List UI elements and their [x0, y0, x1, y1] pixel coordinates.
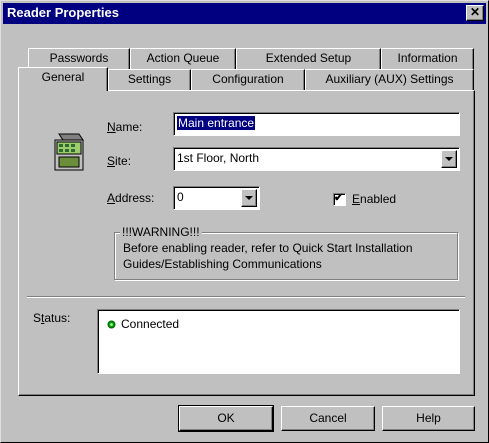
title-bar[interactable]: Reader Properties ✕: [3, 3, 486, 24]
enabled-label-text: nabled: [360, 192, 397, 206]
tab-information[interactable]: Information: [381, 48, 474, 69]
reader-properties-window: Reader Properties ✕ Passwords Action Que…: [0, 0, 489, 443]
tab-passwords[interactable]: Passwords: [28, 48, 130, 69]
close-icon: ✕: [469, 5, 481, 19]
site-dropdown-arrow-icon[interactable]: [441, 150, 457, 168]
tab-label: Settings: [127, 72, 172, 86]
address-label-mnemonic: A: [107, 191, 116, 205]
general-tab-panel: Name: Main entrance Site: 1st Floor, Nor…: [18, 90, 475, 396]
tab-label: Passwords: [49, 51, 109, 65]
warning-line-1: Before enabling reader, refer to Quick S…: [123, 241, 413, 255]
tab-label: Configuration: [212, 72, 284, 86]
warning-title: !!!WARNING!!!: [120, 225, 202, 239]
window-title: Reader Properties: [7, 5, 119, 20]
site-dropdown[interactable]: 1st Floor, North: [173, 147, 460, 171]
enabled-label[interactable]: Enabled: [352, 192, 396, 206]
name-label-mnemonic: N: [107, 120, 116, 134]
tab-label: General: [41, 70, 85, 84]
tab-auxiliary-settings[interactable]: Auxiliary (AUX) Settings: [305, 69, 474, 90]
address-dropdown-value: 0: [177, 190, 184, 204]
tab-general[interactable]: General: [18, 67, 108, 91]
address-label: Address:: [107, 191, 154, 205]
help-button[interactable]: Help: [382, 406, 475, 431]
enabled-label-mnemonic: E: [352, 192, 361, 206]
address-dropdown-arrow-icon[interactable]: [241, 189, 257, 207]
tab-configuration[interactable]: Configuration: [191, 69, 305, 90]
status-label: Status:: [33, 311, 70, 325]
help-button-label: Help: [416, 411, 441, 425]
warning-line-2: Guides/Establishing Communications: [123, 257, 322, 271]
site-label-text: ite:: [115, 154, 132, 168]
tab-action-queue[interactable]: Action Queue: [130, 48, 236, 69]
status-label-text: atus:: [44, 311, 71, 325]
tab-settings[interactable]: Settings: [108, 69, 191, 90]
separator-line: [27, 296, 465, 298]
cancel-button-label: Cancel: [309, 411, 347, 425]
status-text: Connected: [121, 317, 180, 331]
tab-label: Auxiliary (AUX) Settings: [325, 72, 454, 86]
site-label: Site:: [107, 154, 131, 168]
status-box: Connected: [97, 309, 460, 374]
name-field-value: Main entrance: [177, 116, 256, 130]
site-dropdown-value: 1st Floor, North: [177, 151, 260, 165]
tab-extended-setup[interactable]: Extended Setup: [236, 48, 381, 69]
address-label-text: ddress:: [115, 191, 155, 205]
card-reader-icon: [54, 133, 84, 171]
tab-label: Action Queue: [146, 51, 220, 65]
address-dropdown[interactable]: 0: [173, 186, 260, 210]
tab-label: Information: [397, 51, 458, 65]
enabled-checkbox[interactable]: ✔: [333, 192, 346, 206]
status-label-prefix: S: [33, 311, 42, 325]
name-label: Name:: [107, 120, 142, 134]
close-button[interactable]: ✕: [466, 5, 484, 21]
cancel-button[interactable]: Cancel: [281, 406, 375, 431]
ok-button[interactable]: OK: [178, 405, 274, 432]
name-label-text: ame:: [115, 120, 143, 134]
status-indicator-icon: [107, 320, 116, 329]
name-field[interactable]: Main entrance: [173, 112, 460, 136]
ok-button-label: OK: [217, 411, 235, 425]
site-label-mnemonic: S: [107, 154, 116, 168]
checkmark-icon: ✔: [334, 192, 344, 204]
tab-label: Extended Setup: [265, 51, 352, 65]
warning-groupbox: [114, 232, 458, 280]
